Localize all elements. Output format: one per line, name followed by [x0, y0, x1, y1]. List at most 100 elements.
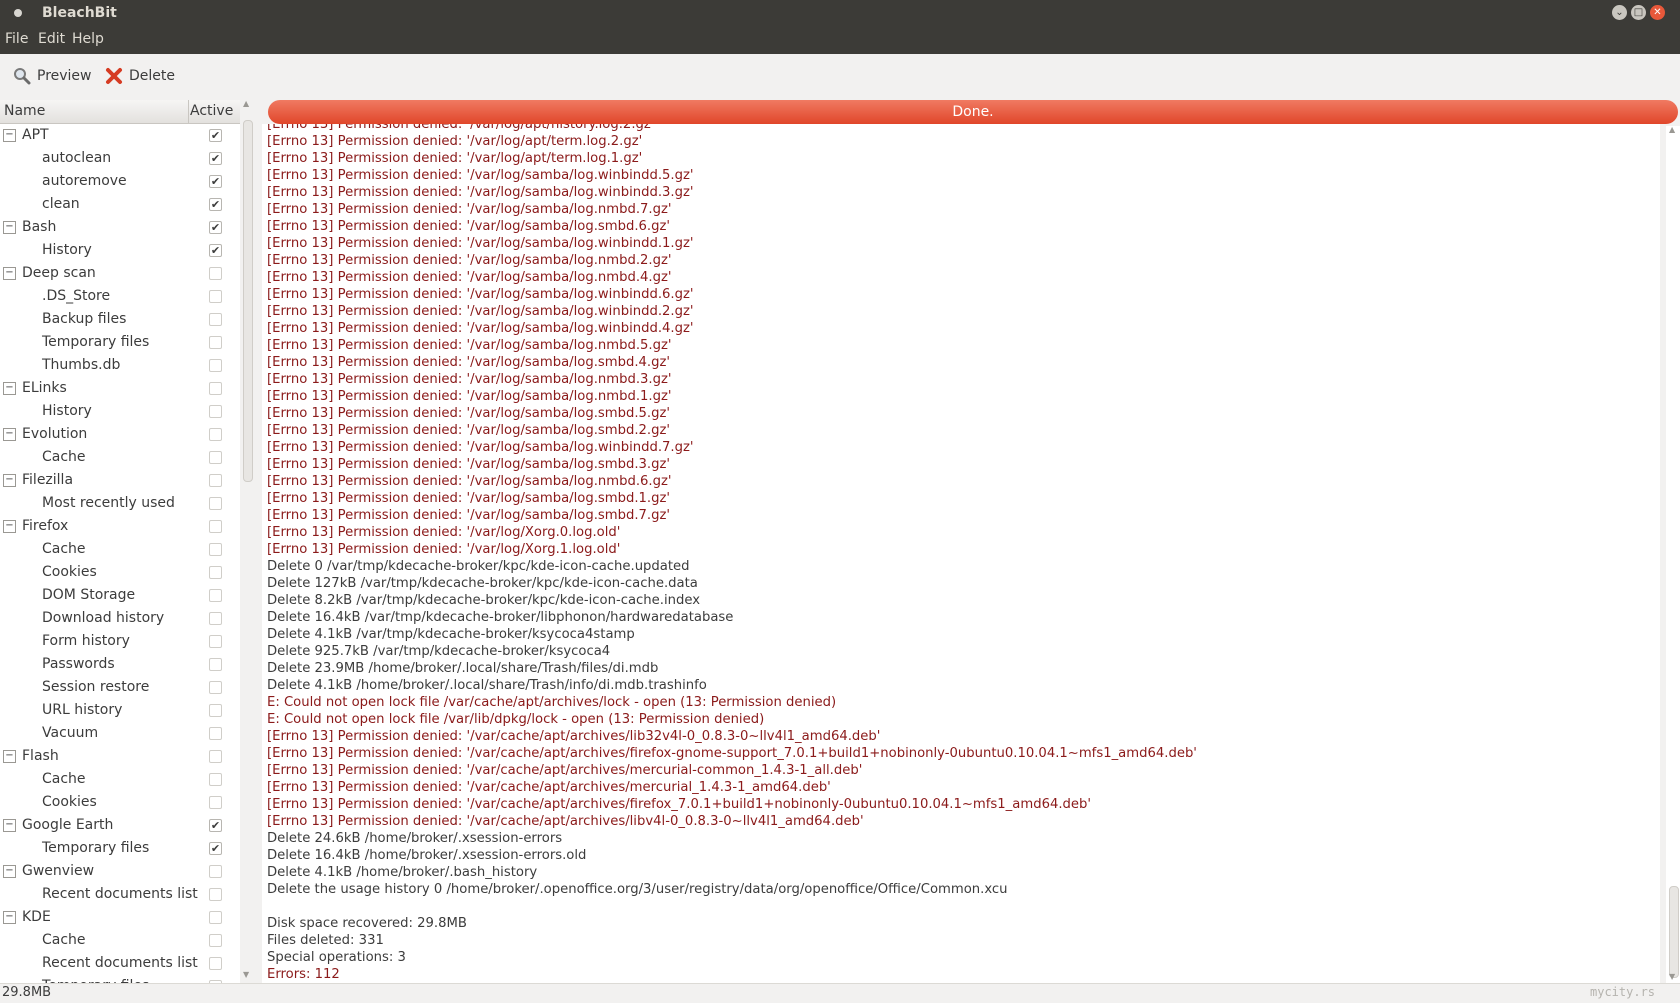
collapse-expander-icon[interactable]: − — [3, 750, 16, 763]
active-checkbox[interactable]: ✔ — [209, 773, 222, 786]
maximize-button[interactable]: □ — [1631, 5, 1646, 20]
active-checkbox[interactable]: ✔ — [209, 543, 222, 556]
active-checkbox[interactable]: ✔ — [209, 451, 222, 464]
active-checkbox[interactable]: ✔ — [209, 497, 222, 510]
tree-option-row[interactable]: Recent documents list ✔ — [0, 952, 240, 975]
active-checkbox[interactable]: ✔ — [209, 911, 222, 924]
active-checkbox[interactable]: ✔ — [209, 152, 222, 165]
tree-option-row[interactable]: Most recently used ✔ — [0, 492, 240, 515]
collapse-expander-icon[interactable]: − — [3, 221, 16, 234]
active-checkbox[interactable]: ✔ — [209, 589, 222, 602]
active-checkbox[interactable]: ✔ — [209, 635, 222, 648]
tree-option-row[interactable]: Thumbs.db ✔ — [0, 354, 240, 377]
active-checkbox[interactable]: ✔ — [209, 244, 222, 257]
active-checkbox[interactable]: ✔ — [209, 727, 222, 740]
collapse-expander-icon[interactable]: − — [3, 382, 16, 395]
active-checkbox[interactable]: ✔ — [209, 359, 222, 372]
tree-group-row[interactable]: − Google Earth ✔ — [0, 814, 240, 837]
tree-option-row[interactable]: Recent documents list ✔ — [0, 883, 240, 906]
active-checkbox[interactable]: ✔ — [209, 819, 222, 832]
tree-group-row[interactable]: −KDE ✔ — [0, 906, 240, 929]
tree-option-row[interactable]: Temporary files✔ — [0, 837, 240, 860]
tree-group-row[interactable]: −Gwenview ✔ — [0, 860, 240, 883]
tree-option-row[interactable]: Cache ✔ — [0, 446, 240, 469]
tree-option-row[interactable]: Form history ✔ — [0, 630, 240, 653]
column-header-active[interactable]: Active — [190, 103, 233, 119]
active-checkbox[interactable]: ✔ — [209, 267, 222, 280]
scroll-down-arrow-icon[interactable]: ▼ — [243, 970, 249, 979]
active-checkbox[interactable]: ✔ — [209, 428, 222, 441]
active-checkbox[interactable]: ✔ — [209, 842, 222, 855]
tree-group-row[interactable]: −Firefox ✔ — [0, 515, 240, 538]
menu-file[interactable]: File — [5, 31, 28, 47]
scroll-up-arrow-icon[interactable]: ▲ — [243, 99, 249, 108]
tree-group-row[interactable]: − APT ✔ — [0, 124, 240, 147]
tree-option-row[interactable]: Passwords ✔ — [0, 653, 240, 676]
tree-option-row[interactable]: Cookies ✔ — [0, 791, 240, 814]
tree-option-row[interactable]: Cache ✔ — [0, 768, 240, 791]
active-checkbox[interactable]: ✔ — [209, 704, 222, 717]
collapse-expander-icon[interactable]: − — [3, 520, 16, 533]
active-checkbox[interactable]: ✔ — [209, 129, 222, 142]
tree-option-row[interactable]: clean ✔ — [0, 193, 240, 216]
active-checkbox[interactable]: ✔ — [209, 520, 222, 533]
collapse-expander-icon[interactable]: − — [3, 267, 16, 280]
log-scroll-up-arrow-icon[interactable]: ▲ — [1669, 125, 1675, 134]
minimize-button[interactable]: ⌄ — [1612, 5, 1627, 20]
tree-option-row[interactable]: Download history ✔ — [0, 607, 240, 630]
tree-option-row[interactable]: Cookies ✔ — [0, 561, 240, 584]
tree-group-row[interactable]: −Evolution ✔ — [0, 423, 240, 446]
tree-option-row[interactable]: Temporary files✔ — [0, 331, 240, 354]
active-checkbox[interactable]: ✔ — [209, 198, 222, 211]
tree-group-row[interactable]: −ELinks ✔ — [0, 377, 240, 400]
active-checkbox[interactable]: ✔ — [209, 175, 222, 188]
active-checkbox[interactable]: ✔ — [209, 658, 222, 671]
menu-help[interactable]: Help — [72, 31, 104, 47]
active-checkbox[interactable]: ✔ — [209, 382, 222, 395]
collapse-expander-icon[interactable]: − — [3, 129, 16, 142]
close-button[interactable]: ✕ — [1650, 5, 1665, 20]
menu-edit[interactable]: Edit — [38, 31, 65, 47]
tree-group-row[interactable]: − Bash ✔ — [0, 216, 240, 239]
log-scrollbar[interactable]: ▲ ▼ — [1666, 125, 1680, 983]
active-checkbox[interactable]: ✔ — [209, 612, 222, 625]
active-checkbox[interactable]: ✔ — [209, 290, 222, 303]
collapse-expander-icon[interactable]: − — [3, 911, 16, 924]
delete-button[interactable]: Delete — [105, 65, 177, 89]
log-scroll-down-arrow-icon[interactable]: ▼ — [1669, 972, 1675, 981]
tree-option-row[interactable]: Session restore ✔ — [0, 676, 240, 699]
tree-option-row[interactable]: Backup files ✔ — [0, 308, 240, 331]
tree-option-row[interactable]: History ✔ — [0, 400, 240, 423]
tree-scroll-thumb[interactable] — [243, 120, 253, 482]
active-checkbox[interactable]: ✔ — [209, 681, 222, 694]
tree-option-row[interactable]: Temporary files✔ — [0, 975, 240, 983]
collapse-expander-icon[interactable]: − — [3, 819, 16, 832]
tree-option-row[interactable]: History ✔ — [0, 239, 240, 262]
log-view[interactable]: [Errno 13] Permission denied: '/var/log/… — [262, 124, 1660, 983]
collapse-expander-icon[interactable]: − — [3, 428, 16, 441]
tree-group-row[interactable]: −Filezilla ✔ — [0, 469, 240, 492]
tree-option-row[interactable]: Cache ✔ — [0, 929, 240, 952]
tree-option-row[interactable]: autoclean ✔ — [0, 147, 240, 170]
active-checkbox[interactable]: ✔ — [209, 336, 222, 349]
active-checkbox[interactable]: ✔ — [209, 405, 222, 418]
active-checkbox[interactable]: ✔ — [209, 221, 222, 234]
tree-option-row[interactable]: Vacuum ✔ — [0, 722, 240, 745]
active-checkbox[interactable]: ✔ — [209, 313, 222, 326]
active-checkbox[interactable]: ✔ — [209, 957, 222, 970]
preview-button[interactable]: Preview — [13, 65, 93, 89]
tree-option-row[interactable]: URL history ✔ — [0, 699, 240, 722]
active-checkbox[interactable]: ✔ — [209, 865, 222, 878]
active-checkbox[interactable]: ✔ — [209, 474, 222, 487]
active-checkbox[interactable]: ✔ — [209, 750, 222, 763]
log-scroll-thumb[interactable] — [1669, 886, 1679, 978]
tree-scrollbar[interactable]: ▲ ▼ — [240, 99, 254, 983]
tree-option-row[interactable]: autoremove ✔ — [0, 170, 240, 193]
active-checkbox[interactable]: ✔ — [209, 796, 222, 809]
active-checkbox[interactable]: ✔ — [209, 566, 222, 579]
tree-group-row[interactable]: −Deep scan ✔ — [0, 262, 240, 285]
column-header-name[interactable]: Name — [4, 103, 45, 119]
active-checkbox[interactable]: ✔ — [209, 888, 222, 901]
tree-option-row[interactable]: Cache ✔ — [0, 538, 240, 561]
tree-group-row[interactable]: −Flash ✔ — [0, 745, 240, 768]
